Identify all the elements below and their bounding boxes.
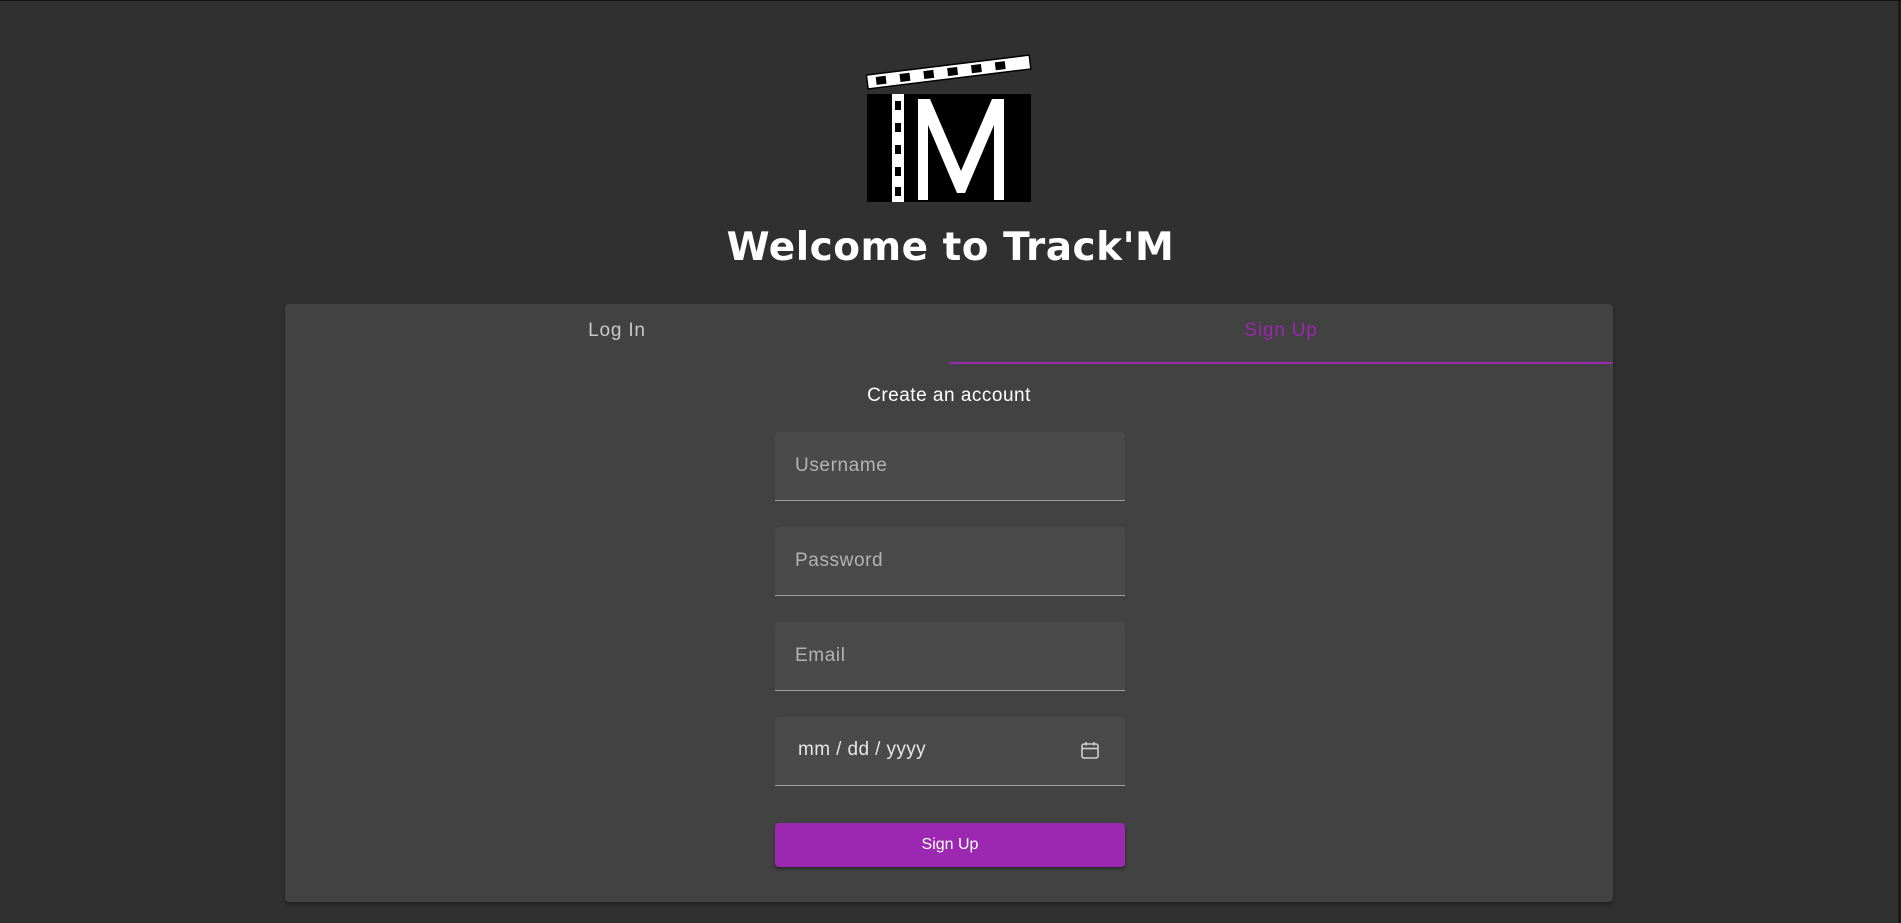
tab-log-in[interactable]: Log In: [285, 304, 949, 364]
page-title: Welcome to Track'M: [726, 225, 1175, 270]
calendar-icon[interactable]: [1080, 740, 1100, 760]
username-field-container: [775, 432, 1125, 501]
birthdate-input[interactable]: mm / dd / yyyy: [775, 717, 1125, 786]
sign-up-button[interactable]: Sign Up: [775, 823, 1125, 867]
page: Welcome to Track'M Log In Sign Up Create…: [0, 0, 1901, 923]
email-input[interactable]: [775, 622, 1125, 690]
auth-card: Log In Sign Up Create an account mm / dd…: [285, 304, 1613, 902]
form-heading: Create an account: [867, 385, 1031, 406]
birthdate-placeholder: mm / dd / yyyy: [798, 739, 927, 760]
password-input[interactable]: [775, 527, 1125, 595]
auth-tabs: Log In Sign Up: [285, 304, 1613, 364]
tab-sign-up[interactable]: Sign Up: [949, 304, 1613, 364]
email-field-container: [775, 622, 1125, 691]
trackm-logo: [866, 54, 1032, 202]
username-input[interactable]: [775, 432, 1125, 500]
password-field-container: [775, 527, 1125, 596]
